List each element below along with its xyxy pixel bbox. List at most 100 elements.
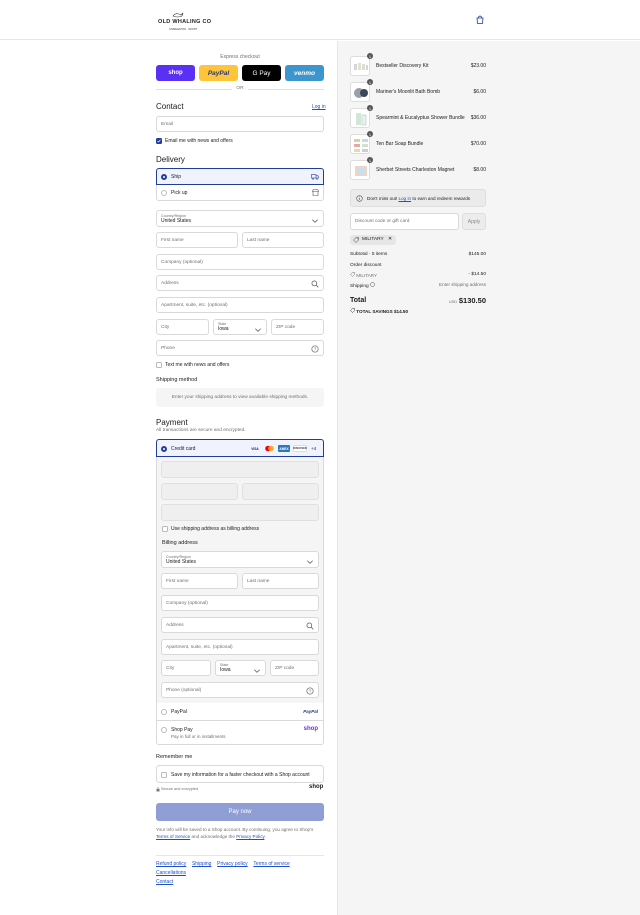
credit-card-option[interactable]: Credit card VISA AMEX DISCOVER +4 (156, 439, 324, 457)
billing-apartment-field[interactable]: Apartment, suite, etc. (optional) (161, 639, 319, 655)
country-value: United States (161, 217, 192, 224)
billing-state-select[interactable]: State Iowa (215, 660, 266, 676)
pickup-radio[interactable] (161, 190, 167, 196)
billing-zip-field[interactable]: ZIP code (270, 660, 319, 676)
cancellations-link[interactable]: Cancellations (156, 870, 186, 876)
pickup-label: Pick up (171, 190, 188, 196)
shop-pay-logo: shop (303, 726, 318, 732)
help-icon[interactable]: ? (306, 687, 314, 695)
rewards-lead: Don't miss out! (367, 196, 398, 201)
subtotal-label: Subtotal · 5 items (350, 252, 388, 257)
mastercard-logo (264, 445, 275, 452)
help-icon[interactable]: ? (311, 345, 319, 353)
payment-title: Payment (156, 418, 188, 427)
billing-country-select[interactable]: Country/Region United States (161, 551, 319, 568)
billing-address-field[interactable]: Address (161, 617, 319, 633)
discount-code-field[interactable]: Discount code or gift card (350, 213, 459, 230)
shop-pay-radio[interactable] (161, 727, 167, 733)
city-field[interactable]: City (156, 319, 209, 335)
apply-button[interactable]: Apply (462, 213, 486, 230)
text-opt-checkbox[interactable] (156, 362, 162, 368)
shopping-bag-icon[interactable] (476, 15, 484, 26)
last-name-field[interactable]: Last name (242, 232, 324, 248)
billing-phone-field[interactable]: Phone (optional) ? (161, 682, 319, 698)
billing-phone-placeholder: Phone (optional) (166, 687, 202, 693)
paypal-radio[interactable] (161, 709, 167, 715)
shop-pay-option[interactable]: Shop Pay Pay in full or in installments … (156, 721, 324, 745)
billing-country-value: United States (166, 558, 197, 565)
refund-policy-link[interactable]: Refund policy (156, 861, 186, 867)
total-savings-label: TOTAL SAVINGS (356, 309, 393, 314)
pickup-option[interactable]: Pick up (156, 185, 324, 201)
shipping-link[interactable]: Shipping (192, 861, 211, 867)
expiration-field[interactable] (161, 483, 238, 500)
shipping-value: Enter shipping address (439, 282, 486, 287)
billing-title: Billing address (162, 540, 198, 546)
apartment-field[interactable]: Apartment, suite, etc. (optional) (156, 297, 324, 313)
help-icon[interactable] (370, 282, 375, 287)
security-code-field[interactable] (242, 483, 319, 500)
shop-pay-express-button[interactable]: shop (156, 65, 195, 81)
chevron-down-icon (307, 560, 313, 564)
state-select[interactable]: State Iowa (213, 319, 267, 335)
billing-last-name-field[interactable]: Last name (242, 573, 319, 589)
terms-of-service-footer-link[interactable]: Terms of service (253, 861, 289, 867)
delivery-title: Delivery (156, 155, 185, 164)
credit-card-label: Credit card (171, 446, 196, 452)
google-pay-button[interactable]: G Pay (242, 65, 281, 81)
login-link[interactable]: Log in (312, 104, 326, 110)
email-opt-checkbox[interactable] (156, 138, 162, 144)
cart-item-price: $23.00 (470, 63, 486, 69)
order-discount-label: Order discount (350, 263, 382, 268)
card-number-field[interactable] (161, 461, 319, 478)
country-select[interactable]: Country/Region United States (156, 210, 324, 227)
product-image (350, 56, 370, 76)
rewards-login-link[interactable]: Log in (399, 196, 412, 201)
info-icon (356, 195, 363, 202)
terms-of-service-link[interactable]: Terms of Service (156, 834, 190, 839)
order-discount-code: MILITARY (350, 272, 377, 278)
save-info-box[interactable]: Save my information for a faster checkou… (156, 765, 324, 783)
amex-logo: AMEX (278, 445, 290, 452)
product-image (350, 108, 370, 128)
use-shipping-checkbox[interactable] (162, 526, 168, 532)
shipping-method-message: Enter your shipping address to view avai… (156, 388, 324, 407)
pay-now-button[interactable]: Pay now (156, 803, 324, 821)
whale-icon (172, 12, 184, 18)
product-image (350, 134, 370, 154)
billing-city-field[interactable]: City (161, 660, 211, 676)
email-field[interactable]: Email (156, 116, 324, 132)
name-on-card-field[interactable] (161, 504, 319, 521)
store-logo[interactable]: OLD WHALING CO CHARLESTON · SOUTH (158, 10, 211, 31)
paypal-express-button[interactable]: PayPal (199, 65, 238, 81)
contact-title: Contact (156, 102, 184, 111)
svg-text:?: ? (314, 347, 317, 352)
zip-field[interactable]: ZIP code (271, 319, 324, 335)
order-summary: 1 Bestseller Discovery Kit $23.00 1 Mari… (337, 41, 640, 915)
contact-link[interactable]: Contact (156, 879, 173, 885)
remove-discount-icon[interactable]: ✕ (388, 237, 392, 242)
credit-card-radio[interactable] (161, 446, 167, 452)
ship-option[interactable]: Ship (156, 168, 324, 185)
divider (248, 89, 324, 90)
discount-tag: MILITARY ✕ (350, 235, 396, 245)
payment-subtitle: All transactions are secure and encrypte… (156, 428, 246, 433)
paypal-option[interactable]: PayPal PayPal (156, 703, 324, 721)
shop-logo: shop (309, 784, 324, 790)
billing-company-field[interactable]: Company (optional) (161, 595, 319, 611)
phone-field[interactable]: Phone ? (156, 340, 324, 356)
billing-first-name-field[interactable]: First name (161, 573, 238, 589)
cart-item-price: $36.00 (470, 115, 486, 121)
privacy-policy-footer-link[interactable]: Privacy policy (217, 861, 248, 867)
privacy-policy-link[interactable]: Privacy Policy (236, 834, 264, 839)
first-name-field[interactable]: First name (156, 232, 238, 248)
shipping-label: Shipping (350, 284, 369, 289)
order-discount-code-label: MILITARY (356, 273, 378, 278)
rewards-rest: to earn and redeem rewards (412, 196, 471, 201)
company-field[interactable]: Company (optional) (156, 254, 324, 270)
venmo-button[interactable]: venmo (285, 65, 324, 81)
cart-item-price: $70.00 (470, 141, 486, 147)
save-info-checkbox[interactable] (161, 772, 167, 778)
ship-radio[interactable] (161, 174, 167, 180)
address-field[interactable]: Address (156, 275, 324, 291)
